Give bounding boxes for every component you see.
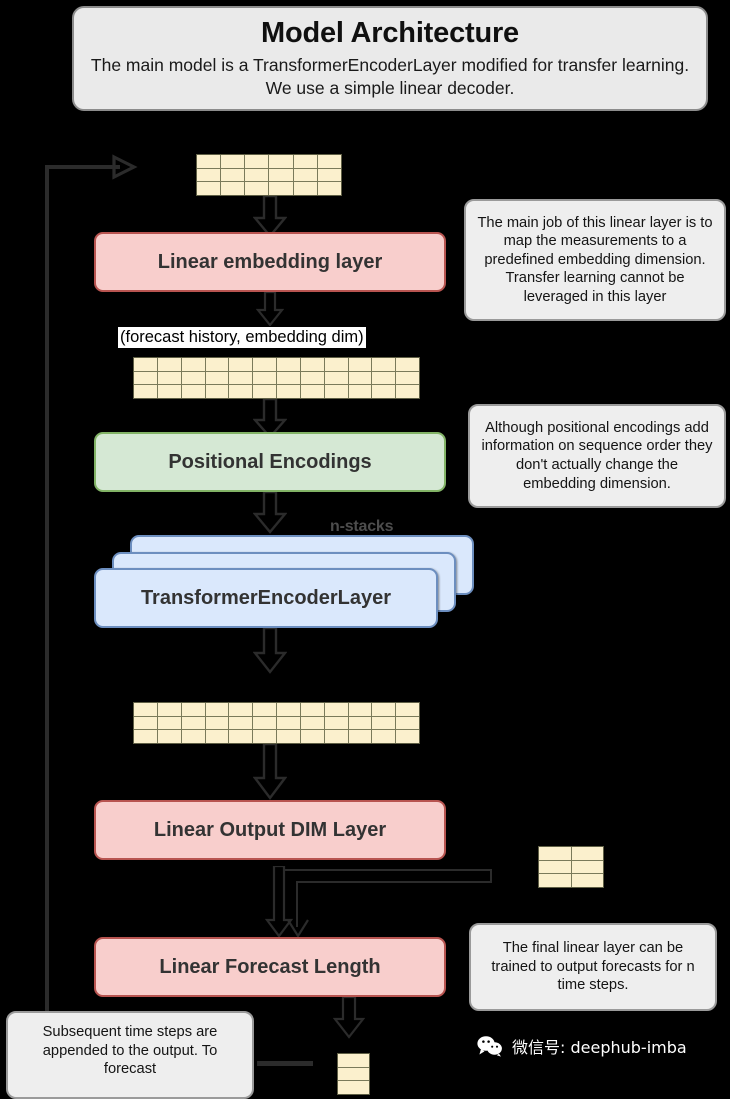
transformer-encoder-layer-label: TransformerEncoderLayer — [140, 586, 392, 609]
note-final-layer: The final linear layer can be trained to… — [469, 923, 717, 1011]
feedback-line-vertical — [45, 168, 49, 1023]
title-card: Model Architecture The main model is a T… — [72, 6, 708, 111]
feedback-line-horizontal — [45, 165, 120, 169]
note-subsequent: Subsequent time steps are appended to th… — [6, 1011, 254, 1099]
wechat-icon — [477, 1036, 502, 1057]
positional-encodings-label: Positional Encodings — [168, 450, 372, 473]
page-subtitle: The main model is a TransformerEncoderLa… — [90, 54, 690, 98]
arrow-encoder-to-matrix — [253, 628, 287, 674]
watermark: 微信号: deephub-imba — [477, 1034, 687, 1058]
arrow-positional-to-encoder — [253, 492, 287, 534]
output-dim-branch-top — [277, 869, 492, 871]
arrow-branch-to-forecast — [287, 919, 309, 938]
note-final-layer-text: The final linear layer can be trained to… — [491, 940, 695, 994]
embedding-dim-label: (forecast history, embedding dim) — [118, 327, 366, 349]
forecast-matrix — [337, 1053, 370, 1095]
watermark-text: 微信号: deephub-imba — [512, 1038, 687, 1057]
positional-encodings-box[interactable]: Positional Encodings — [94, 432, 446, 492]
note-linear-layer: The main job of this linear layer is to … — [464, 199, 726, 321]
encoder-output-matrix — [133, 702, 420, 744]
output-dim-matrix — [538, 846, 604, 888]
arrow-forecast-to-final-matrix — [333, 997, 365, 1039]
note-positional: Although positional encodings add inform… — [468, 404, 726, 508]
linear-embedding-layer-label: Linear embedding layer — [157, 250, 383, 273]
feedback-arrowhead — [112, 154, 138, 180]
note-positional-text: Although positional encodings add inform… — [481, 419, 713, 492]
note-linear-layer-text: The main job of this linear layer is to … — [477, 214, 713, 305]
linear-forecast-length-label: Linear Forecast Length — [159, 955, 381, 978]
output-dim-branch-right — [490, 869, 492, 881]
diagram-canvas: Model Architecture The main model is a T… — [0, 0, 730, 1099]
input-matrix — [196, 154, 342, 196]
transformer-encoder-layer-box-front[interactable]: TransformerEncoderLayer — [94, 568, 438, 628]
page-title: Model Architecture — [261, 17, 519, 50]
forecast-matrix-connector — [257, 1061, 313, 1066]
output-dim-branch-return — [296, 881, 492, 883]
n-stacks-label: n-stacks — [330, 518, 394, 535]
linear-forecast-length-box[interactable]: Linear Forecast Length — [94, 937, 446, 997]
linear-output-dim-layer-box[interactable]: Linear Output DIM Layer — [94, 800, 446, 860]
arrow-embedding-to-dims — [256, 292, 284, 326]
arrow-matrix-to-output-dim — [253, 744, 287, 800]
embedded-matrix — [133, 357, 420, 399]
linear-output-dim-layer-label: Linear Output DIM Layer — [153, 818, 387, 841]
note-subsequent-text: Subsequent time steps are appended to th… — [42, 1024, 218, 1078]
linear-embedding-layer-box[interactable]: Linear embedding layer — [94, 232, 446, 292]
